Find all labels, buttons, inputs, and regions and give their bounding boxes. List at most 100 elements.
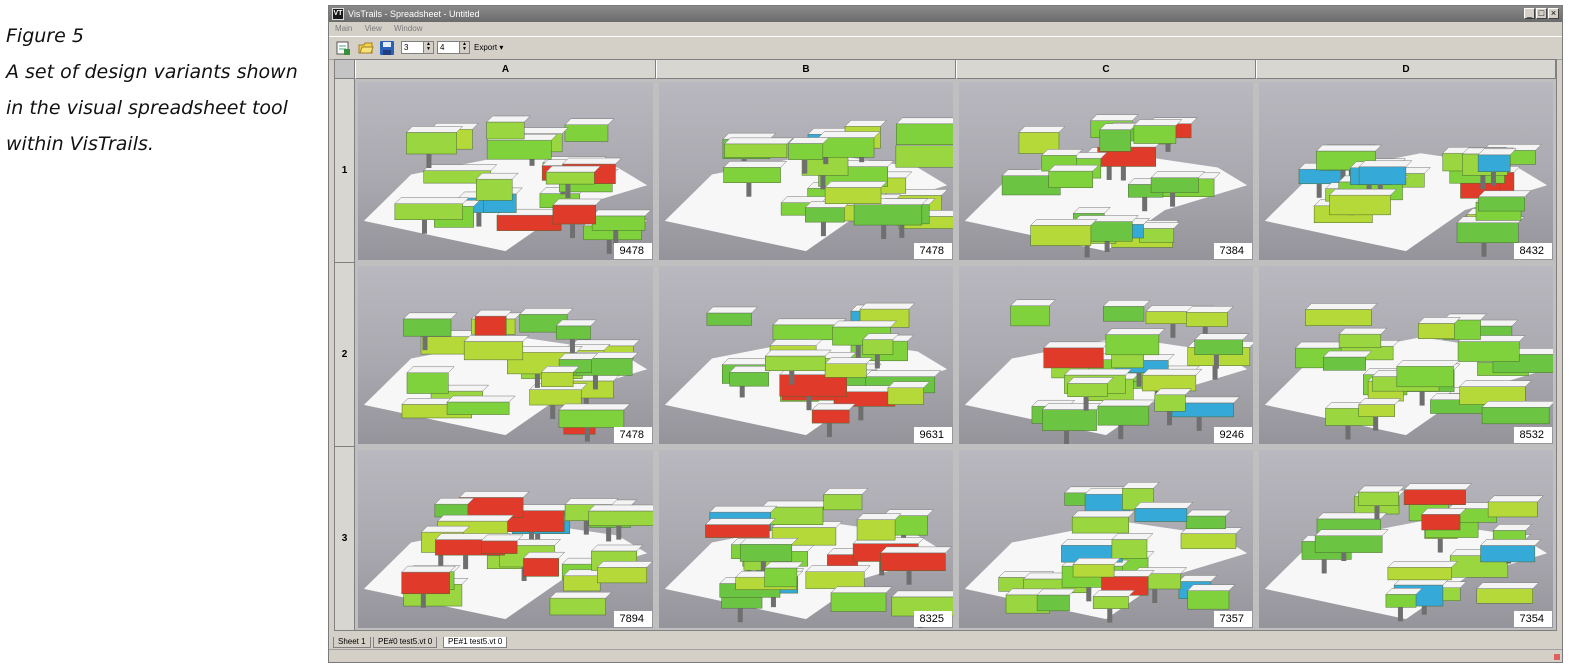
- resize-grip-icon[interactable]: [1554, 654, 1560, 660]
- cell-a2[interactable]: 7478: [358, 266, 653, 444]
- building-block: [446, 395, 516, 415]
- variant-score: 8432: [1513, 243, 1552, 259]
- building-block: [1314, 529, 1389, 553]
- new-sheet-icon[interactable]: [335, 40, 351, 56]
- spinner-arrows-icon[interactable]: ▲ ▼: [459, 42, 469, 53]
- building-block: [1387, 561, 1459, 581]
- caption-line-2: in the visual spreadsheet tool: [6, 97, 288, 119]
- building-block: [830, 586, 893, 612]
- menu-window[interactable]: Window: [394, 24, 422, 33]
- close-icon[interactable]: ×: [1548, 8, 1559, 19]
- building-block: [1105, 328, 1166, 356]
- grid-corner[interactable]: [335, 60, 355, 79]
- building-block: [1041, 403, 1104, 444]
- building-block: [486, 115, 531, 140]
- column-header-c[interactable]: C: [956, 60, 1256, 79]
- column-count-spinner[interactable]: 4 ▲ ▼: [437, 41, 470, 54]
- building-block: [1036, 588, 1077, 612]
- building-block: [475, 172, 519, 201]
- variant-score: 9246: [1213, 427, 1252, 443]
- design-variant-render: [964, 299, 1253, 444]
- variant-score: 7894: [613, 611, 652, 627]
- building-block: [853, 198, 929, 240]
- building-block: [811, 403, 856, 438]
- figure-label: Figure 5: [6, 25, 84, 47]
- cell-b1[interactable]: 7478: [659, 82, 953, 260]
- tab-sheet-1[interactable]: Sheet 1: [333, 637, 371, 648]
- open-folder-icon[interactable]: [358, 40, 374, 56]
- building-block: [1134, 502, 1194, 522]
- variant-score: 7384: [1213, 243, 1252, 259]
- cell-c1[interactable]: 7384: [959, 82, 1253, 260]
- variant-score: 7354: [1513, 611, 1552, 627]
- row-header-2[interactable]: 2: [335, 263, 355, 447]
- design-variant-render: [363, 115, 652, 254]
- column-header-a[interactable]: A: [355, 60, 656, 79]
- building-block: [1072, 558, 1121, 578]
- cell-b2[interactable]: 9631: [659, 266, 953, 444]
- building-block: [1138, 222, 1181, 243]
- building-block: [458, 491, 530, 518]
- building-block: [856, 513, 902, 541]
- building-block: [1186, 584, 1236, 610]
- building-block: [1487, 495, 1544, 518]
- maximize-icon[interactable]: □: [1536, 8, 1547, 19]
- minimize-icon[interactable]: _: [1524, 8, 1535, 19]
- building-block: [880, 546, 953, 585]
- building-block: [1421, 508, 1467, 531]
- building-block: [1010, 299, 1056, 327]
- building-block: [1043, 341, 1110, 369]
- building-block: [1322, 350, 1373, 371]
- vistrails-app-icon: VT: [332, 8, 344, 20]
- building-block: [596, 561, 653, 584]
- cell-d3[interactable]: 7354: [1259, 450, 1553, 628]
- design-variant-render: [1264, 144, 1548, 257]
- building-block: [823, 488, 869, 511]
- building-block: [1476, 582, 1540, 604]
- building-block: [805, 565, 871, 589]
- design-variant-render: [1264, 303, 1553, 440]
- building-block: [706, 306, 759, 326]
- cell-a1[interactable]: 9478: [358, 82, 653, 260]
- cell-a3[interactable]: 7894: [358, 450, 653, 628]
- save-disk-icon[interactable]: [379, 40, 395, 56]
- design-variant-render: [664, 117, 953, 252]
- title-bar[interactable]: VT VisTrails - Spreadsheet - Untitled _ …: [329, 6, 1562, 22]
- figure-caption: Figure 5 A set of design variants shown …: [6, 18, 306, 162]
- menu-main[interactable]: Main: [335, 24, 352, 33]
- tab-pe1[interactable]: PE#1 test5.vt 0: [443, 637, 508, 648]
- column-header-b[interactable]: B: [656, 60, 956, 79]
- building-block: [723, 137, 794, 158]
- column-header-d[interactable]: D: [1256, 60, 1556, 79]
- variant-score: 8532: [1513, 427, 1552, 443]
- status-bar: [329, 649, 1562, 662]
- building-block: [1481, 401, 1553, 425]
- cell-c2[interactable]: 9246: [959, 266, 1253, 444]
- building-block: [1141, 368, 1203, 392]
- building-block: [405, 126, 464, 168]
- building-block: [1102, 300, 1151, 322]
- spreadsheet-grid: A B C D 1 9478 7478 7384 8432 2 7478 9631 9246 8532 3 7…: [334, 59, 1557, 631]
- tab-pe0[interactable]: PE#0 test5.vt 0: [373, 637, 438, 648]
- building-block: [817, 131, 881, 158]
- row-header-1[interactable]: 1: [335, 79, 355, 263]
- menu-bar: Main View Window: [329, 22, 1562, 36]
- building-block: [434, 497, 475, 518]
- export-button[interactable]: Export ▾: [474, 41, 503, 54]
- building-block: [824, 357, 873, 378]
- cell-c3[interactable]: 7357: [959, 450, 1253, 628]
- design-variant-render: [1264, 483, 1548, 622]
- window-title: VisTrails - Spreadsheet - Untitled: [348, 9, 480, 19]
- cell-d2[interactable]: 8532: [1259, 266, 1553, 444]
- export-label: Export: [474, 43, 498, 52]
- cell-b3[interactable]: 8325: [659, 450, 953, 628]
- building-block: [1396, 360, 1461, 388]
- spinner-arrows-icon[interactable]: ▲ ▼: [423, 42, 433, 53]
- building-block: [564, 118, 615, 142]
- variant-score: 9478: [613, 243, 652, 259]
- menu-view[interactable]: View: [365, 24, 382, 33]
- cell-d1[interactable]: 8432: [1259, 82, 1553, 260]
- row-count-spinner[interactable]: 3 ▲ ▼: [401, 41, 434, 54]
- building-block: [463, 335, 530, 361]
- row-header-3[interactable]: 3: [335, 447, 355, 631]
